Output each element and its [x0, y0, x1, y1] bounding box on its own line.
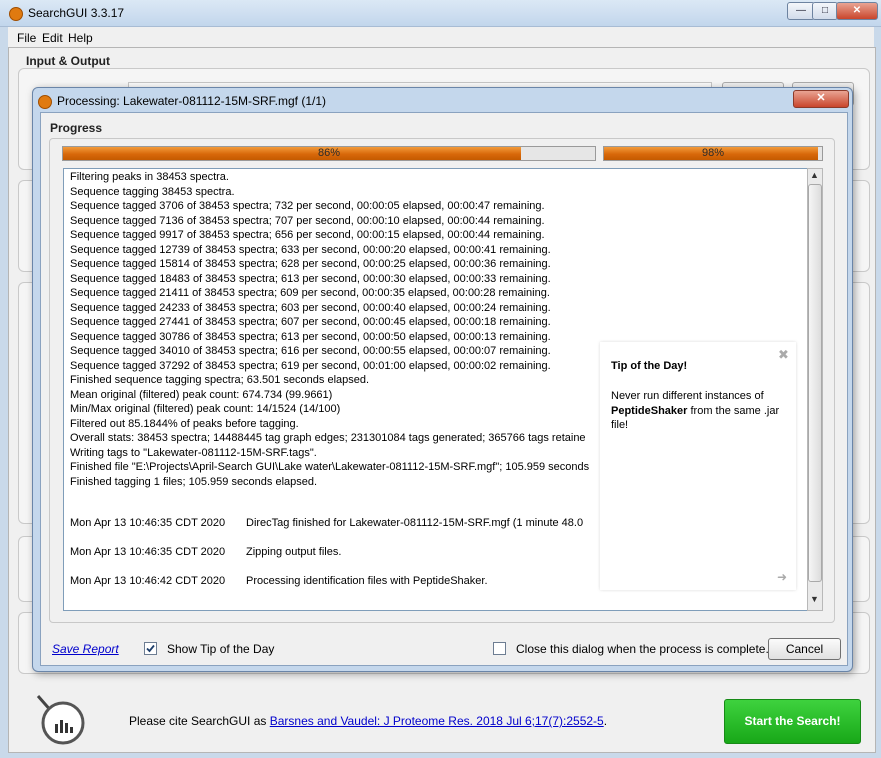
log-event-date: Mon Apr 13 10:46:42 CDT 2020 [70, 575, 226, 587]
log-line: Filtering peaks in 38453 spectra. [70, 171, 229, 183]
log-line: Sequence tagged 9917 of 38453 spectra; 6… [70, 229, 545, 241]
show-tip-checkbox[interactable] [144, 642, 157, 655]
log-line: Sequence tagged 3706 of 38453 spectra; 7… [70, 200, 545, 212]
dialog-close-icon[interactable]: ✕ [793, 90, 849, 108]
progress-title: Progress [50, 121, 103, 135]
cite-suffix: . [603, 714, 608, 728]
menu-edit[interactable]: Edit [42, 31, 63, 45]
close-dialog-label: Close this dialog when the process is co… [516, 642, 769, 656]
dialog-title: Processing: Lakewater-081112-15M-SRF.mgf… [57, 94, 327, 108]
scroll-down-icon[interactable]: ▼ [808, 594, 821, 606]
close-dialog-checkbox[interactable] [493, 642, 506, 655]
menu-bar [8, 27, 874, 47]
cancel-button[interactable]: Cancel [768, 638, 841, 660]
scroll-up-icon[interactable]: ▲ [808, 170, 821, 182]
primary-progress-bar: 86% [62, 146, 596, 161]
menu-help[interactable]: Help [68, 31, 93, 45]
citation-link[interactable]: Barsnes and Vaudel: J Proteome Res. 2018… [270, 714, 604, 728]
log-event-message: Zipping output files. [246, 546, 342, 558]
log-event-message: Processing identification files with Pep… [246, 575, 488, 587]
minimize-icon[interactable]: — [787, 2, 815, 20]
dialog-logo-icon [38, 95, 52, 109]
tip-of-the-day-popup [600, 342, 796, 590]
maximize-icon[interactable]: □ [812, 2, 838, 20]
log-line: Sequence tagged 30786 of 38453 spectra; … [70, 330, 551, 343]
log-line: Finished sequence tagging spectra; 63.50… [70, 374, 370, 386]
log-line: Overall stats: 38453 spectra; 14488445 t… [70, 432, 586, 444]
citation-text: Please cite SearchGUI as Barsnes and Vau… [129, 714, 607, 728]
searchgui-logo-icon [36, 695, 85, 745]
log-event-message: DirecTag finished for Lakewater-081112-1… [246, 517, 584, 529]
log-line: Sequence tagged 37292 of 38453 spectra; … [70, 359, 551, 372]
show-tip-label: Show Tip of the Day [167, 642, 275, 656]
secondary-progress-bar: 98% [603, 146, 823, 161]
log-line: Sequence tagged 24233 of 38453 spectra; … [70, 301, 551, 314]
log-event-date: Mon Apr 13 10:46:35 CDT 2020 [70, 546, 226, 558]
start-search-button[interactable]: Start the Search! [724, 699, 861, 744]
cite-prefix: Please cite SearchGUI as [129, 714, 270, 728]
tip-close-icon[interactable]: ✖ [778, 347, 789, 363]
save-report-link[interactable]: Save Report [52, 642, 119, 656]
input-output-title: Input & Output [26, 54, 110, 68]
scrollbar-thumb[interactable] [808, 184, 822, 582]
tip-text-bold: PeptideShaker [611, 404, 688, 417]
app-logo-icon [9, 7, 23, 21]
primary-progress-label: 86% [317, 147, 341, 159]
checkmark-icon [146, 644, 155, 653]
tip-text-before: Never run different instances of [611, 390, 764, 402]
secondary-progress-label: 98% [701, 147, 725, 159]
log-line: Sequence tagging 38453 spectra. [70, 185, 235, 198]
tip-next-icon[interactable]: ➜ [777, 570, 787, 584]
log-event-date: Mon Apr 13 10:46:35 CDT 2020 [70, 517, 226, 529]
app-titlebar [0, 0, 881, 27]
log-line: Filtered out 85.1844% of peaks before ta… [70, 417, 299, 430]
log-line: Sequence tagged 27441 of 38453 spectra; … [70, 316, 551, 328]
tip-title: Tip of the Day! [611, 360, 688, 372]
log-line: Finished file "E:\Projects\April-Search … [70, 461, 590, 473]
log-line: Min/Max original (filtered) peak count: … [70, 403, 341, 415]
log-line: Finished tagging 1 files; 105.959 second… [70, 475, 318, 488]
log-line: Mean original (filtered) peak count: 674… [70, 388, 333, 401]
app-title: SearchGUI 3.3.17 [28, 6, 125, 20]
log-line: Sequence tagged 15814 of 38453 spectra; … [70, 258, 551, 270]
window-close-icon[interactable]: ✕ [836, 2, 878, 20]
menu-file[interactable]: File [17, 31, 36, 45]
log-line: Sequence tagged 12739 of 38453 spectra; … [70, 243, 551, 256]
log-line: Sequence tagged 21411 of 38453 spectra; … [70, 287, 550, 299]
log-line: Sequence tagged 18483 of 38453 spectra; … [70, 272, 551, 285]
log-line: Sequence tagged 34010 of 38453 spectra; … [70, 345, 551, 357]
log-line: Sequence tagged 7136 of 38453 spectra; 7… [70, 214, 545, 227]
log-line: Writing tags to "Lakewater-081112-15M-SR… [70, 446, 317, 459]
tip-text: Never run different instances of Peptide… [611, 389, 781, 433]
